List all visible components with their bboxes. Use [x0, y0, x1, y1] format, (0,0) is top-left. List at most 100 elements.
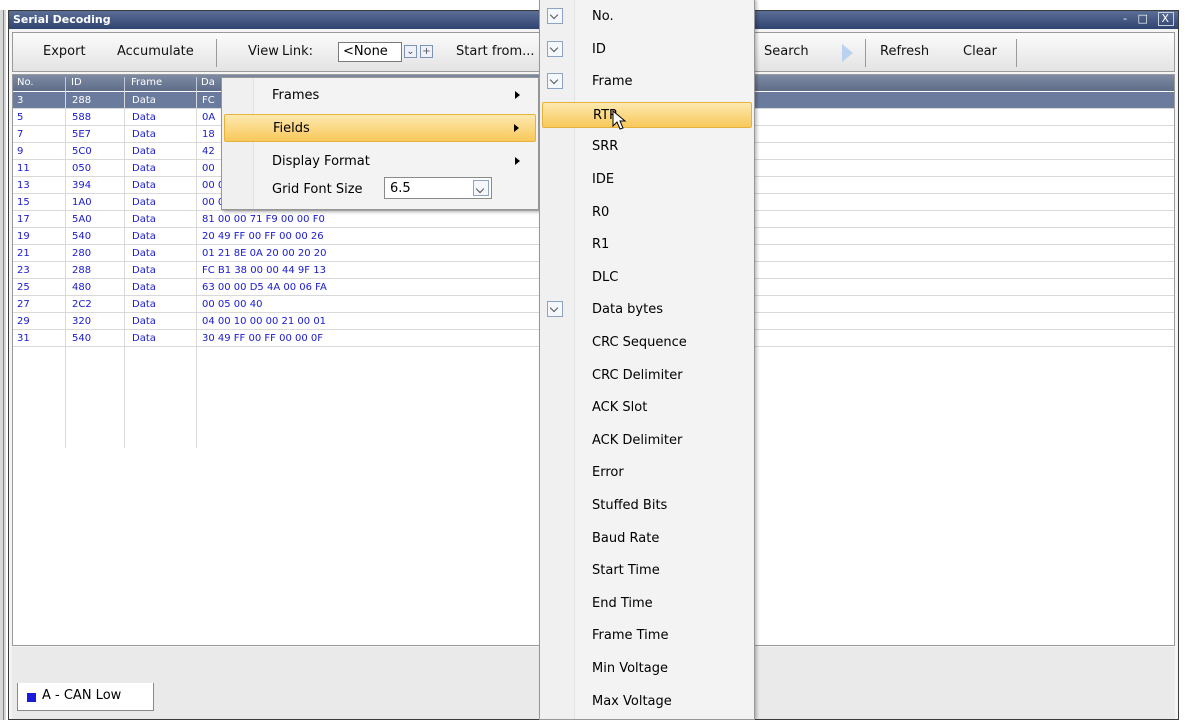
chevron-down-icon[interactable] — [473, 180, 489, 196]
menu-item-frames[interactable]: Frames — [224, 82, 536, 110]
field-item-label: Frame Time — [592, 628, 669, 644]
field-item-stuffed-bits[interactable]: Stuffed Bits — [542, 493, 752, 519]
field-item-r0[interactable]: R0 — [542, 200, 752, 226]
window-controls: - □ X — [1120, 12, 1174, 26]
accumulate-button[interactable]: Accumulate — [117, 44, 194, 59]
row-frame: Data — [132, 146, 156, 157]
grid-font-size-select[interactable]: 6.5 — [384, 177, 492, 199]
row-number: 25 — [17, 282, 30, 293]
row-id: 288 — [72, 95, 92, 106]
field-item-dlc[interactable]: DLC — [542, 265, 752, 291]
row-number: 17 — [17, 214, 30, 225]
field-item-label: Error — [592, 465, 624, 481]
menu-item-label: Fields — [273, 121, 310, 136]
tab-a-can-low[interactable]: A - CAN Low — [17, 683, 154, 711]
row-number: 5 — [17, 112, 24, 123]
field-item-id[interactable]: ID — [542, 37, 752, 63]
toolbar-separator — [1016, 39, 1017, 67]
row-data: 00 05 00 40 — [202, 299, 263, 310]
column-header-frame[interactable]: Frame — [131, 77, 162, 88]
view-button[interactable]: View — [248, 44, 279, 59]
field-item-ide[interactable]: IDE — [542, 167, 752, 193]
refresh-button[interactable]: Refresh — [880, 44, 929, 59]
field-item-start-time[interactable]: Start Time — [542, 558, 752, 584]
clear-button[interactable]: Clear — [963, 44, 997, 59]
window-title: Serial Decoding — [13, 13, 111, 26]
left-edge — [0, 10, 6, 720]
column-header-no[interactable]: No. — [17, 77, 34, 88]
field-item-max-voltage[interactable]: Max Voltage — [542, 689, 752, 715]
checkmark-icon — [547, 73, 563, 90]
search-button[interactable]: Search — [764, 44, 809, 59]
field-item-error[interactable]: Error — [542, 460, 752, 486]
row-frame: Data — [132, 316, 156, 327]
field-item-label: ACK Delimiter — [592, 432, 683, 448]
grid-font-size-label: Grid Font Size — [272, 182, 363, 197]
row-number: 15 — [17, 197, 30, 208]
row-id: 1A0 — [72, 197, 92, 208]
field-item-frame-time[interactable]: Frame Time — [542, 623, 752, 649]
field-item-end-time[interactable]: End Time — [542, 591, 752, 617]
field-item-frame[interactable]: Frame — [542, 69, 752, 95]
minimize-icon[interactable]: - — [1123, 12, 1129, 25]
row-frame: Data — [132, 129, 156, 140]
field-item-ack-delimiter[interactable]: ACK Delimiter — [542, 428, 752, 454]
search-next-icon[interactable] — [842, 44, 853, 62]
submenu-arrow-icon — [515, 91, 520, 99]
field-item-label: Start Time — [592, 563, 660, 579]
row-data: 42 — [202, 146, 215, 157]
field-item-data-bytes[interactable]: Data bytes — [542, 297, 752, 323]
menu-item-label: Frames — [272, 88, 320, 103]
row-number: 9 — [17, 146, 24, 157]
checkmark-icon — [547, 40, 563, 57]
link-label: Link: — [282, 44, 314, 59]
column-header-id[interactable]: ID — [71, 77, 82, 88]
checkmark-icon — [547, 8, 563, 24]
link-dropdown-icon[interactable]: ⌄ — [404, 45, 417, 58]
row-id: 588 — [72, 112, 92, 123]
menu-item-fields[interactable]: Fields — [224, 114, 536, 142]
grid-column-line — [65, 91, 66, 448]
row-id: 288 — [72, 265, 92, 276]
toolbar-separator — [865, 39, 866, 67]
field-item-crc-delimiter[interactable]: CRC Delimiter — [542, 363, 752, 389]
field-item-no[interactable]: No. — [542, 4, 752, 30]
field-item-label: Min Voltage — [592, 661, 668, 676]
field-item-label: ID — [592, 41, 606, 57]
mouse-cursor-icon — [612, 110, 627, 130]
field-item-label: Frame — [592, 74, 633, 90]
restore-icon[interactable]: □ — [1138, 12, 1150, 25]
row-number: 31 — [17, 333, 30, 344]
menu-item-display-format[interactable]: Display Format — [224, 148, 536, 176]
field-item-crc-sequence[interactable]: CRC Sequence — [542, 330, 752, 356]
row-id: 5E7 — [72, 129, 92, 140]
field-item-srr[interactable]: SRR — [542, 134, 752, 160]
column-header-data[interactable]: Da — [201, 77, 215, 88]
row-number: 11 — [17, 163, 30, 174]
row-data: 18 — [202, 129, 215, 140]
checkmark-icon — [547, 301, 563, 318]
field-item-rtr[interactable]: RTR — [542, 101, 752, 128]
row-frame: Data — [132, 180, 156, 191]
row-number: 3 — [17, 95, 24, 106]
field-item-ack-slot[interactable]: ACK Slot — [542, 395, 752, 421]
field-item-label: Baud Rate — [592, 530, 660, 546]
start-from-button[interactable]: Start from... — [456, 44, 535, 59]
grid-column-line — [196, 91, 197, 448]
close-icon[interactable]: X — [1158, 12, 1174, 26]
link-select[interactable]: <None — [338, 42, 402, 62]
row-number: 13 — [17, 180, 30, 191]
field-item-min-voltage[interactable]: Min Voltage — [542, 656, 752, 682]
field-item-label: CRC Delimiter — [592, 367, 683, 383]
row-number: 21 — [17, 248, 30, 259]
field-item-r1[interactable]: R1 — [542, 232, 752, 258]
row-data: 30 49 FF 00 FF 00 00 0F — [202, 333, 323, 344]
field-item-label: Stuffed Bits — [592, 498, 668, 513]
field-item-baud-rate[interactable]: Baud Rate — [542, 526, 752, 552]
row-number: 27 — [17, 299, 30, 310]
row-number: 29 — [17, 316, 30, 327]
grid-font-size-value: 6.5 — [390, 181, 411, 196]
export-button[interactable]: Export — [43, 44, 86, 59]
row-number: 23 — [17, 265, 30, 276]
add-link-icon[interactable]: + — [420, 45, 433, 58]
